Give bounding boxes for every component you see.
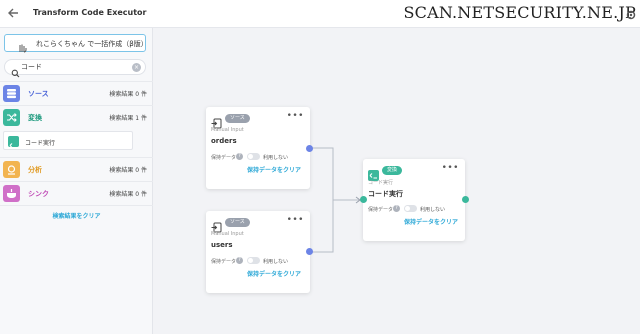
code-exec-icon [8,136,19,149]
search-input[interactable] [21,61,131,73]
more-menu-icon[interactable]: ••• [287,111,304,121]
database-icon [3,85,20,102]
input-icon [211,114,222,129]
node-subtitle: Manual Input [211,231,244,237]
code-exec-icon [368,166,379,181]
node-type-tag: 変換 [382,166,403,175]
keep-data-label: 保持データ [211,155,237,161]
search-icon [11,63,20,78]
app-title: Transform Code Executor [33,8,147,17]
toggle-label: 利用しない [263,155,289,161]
node-type-tag: ソース [225,114,250,123]
keep-data-toggle[interactable] [404,205,417,212]
auto-create-label: れこらくちゃん で一括作成（β版） [36,40,148,48]
node-code-exec[interactable]: 変換 ••• コード実行 コード実行 保持データ ? 利用しない 保持データをク… [363,159,465,241]
node-name: orders [211,137,237,145]
back-arrow-icon[interactable] [6,6,20,20]
clear-kept-data-link[interactable]: 保持データをクリア [247,165,301,174]
flow-canvas[interactable]: ソース ••• Manual Input orders 保持データ ? 利用しな… [153,28,640,334]
clear-search-icon[interactable]: × [132,63,141,72]
shuffle-icon [3,109,20,126]
output-port[interactable] [306,248,313,255]
analysis-icon [3,161,20,178]
category-label: 変換 [28,114,42,122]
category-label: ソース [28,90,49,98]
output-port[interactable] [462,196,469,203]
auto-create-button[interactable]: れこらくちゃん で一括作成（β版） [4,34,148,53]
more-menu-icon[interactable]: ••• [442,163,459,173]
node-users[interactable]: ソース ••• Manual Input users 保持データ ? 利用しない… [206,211,310,293]
more-menu-icon[interactable]: ••• [287,215,304,225]
result-count: 検索結果 0 件 [109,191,147,198]
toggle-label: 利用しない [263,259,289,265]
keep-data-label: 保持データ [211,259,237,265]
clear-results-link[interactable]: 検索結果をクリア [0,211,153,220]
help-icon[interactable]: ? [236,153,243,160]
node-name: コード実行 [368,190,403,198]
help-icon[interactable]: ? [393,205,400,212]
hand-icon [17,38,27,53]
node-type-tag: ソース [225,218,250,227]
sink-icon [3,185,20,202]
category-transform[interactable]: 変換 検索結果 1 件 [0,105,153,128]
category-label: 分析 [28,166,42,174]
result-count: 検索結果 0 件 [109,91,147,98]
output-port[interactable] [306,145,313,152]
category-analysis[interactable]: 分析 検索結果 0 件 [0,157,153,180]
search-box[interactable]: × [4,59,146,78]
gear-icon[interactable] [625,6,637,20]
result-item-code-exec[interactable]: コード実行 [3,131,133,150]
result-count: 検索結果 0 件 [109,167,147,174]
toggle-label: 利用しない [420,207,446,213]
node-subtitle: Manual Input [211,127,244,133]
result-count: 検索結果 1 件 [109,115,147,122]
sidebar: れこらくちゃん で一括作成（β版） × ソース 検索結果 0 件 変換 検索結果… [0,28,153,334]
app-header: Transform Code Executor SCAN.NETSECURITY… [0,0,640,28]
node-name: users [211,241,233,249]
category-source[interactable]: ソース 検索結果 0 件 [0,81,153,104]
category-label: シンク [28,190,49,198]
keep-data-label: 保持データ [368,207,394,213]
node-subtitle: コード実行 [368,180,394,186]
watermark-text: SCAN.NETSECURITY.NE.JP [403,3,636,22]
help-icon[interactable]: ? [236,257,243,264]
result-item-label: コード実行 [25,140,56,147]
clear-kept-data-link[interactable]: 保持データをクリア [247,269,301,278]
category-sink[interactable]: シンク 検索結果 0 件 [0,181,153,204]
input-port[interactable] [360,196,367,203]
input-icon [211,218,222,233]
divider [0,205,153,206]
node-orders[interactable]: ソース ••• Manual Input orders 保持データ ? 利用しな… [206,107,310,189]
keep-data-toggle[interactable] [247,257,260,264]
clear-kept-data-link[interactable]: 保持データをクリア [404,217,458,226]
keep-data-toggle[interactable] [247,153,260,160]
